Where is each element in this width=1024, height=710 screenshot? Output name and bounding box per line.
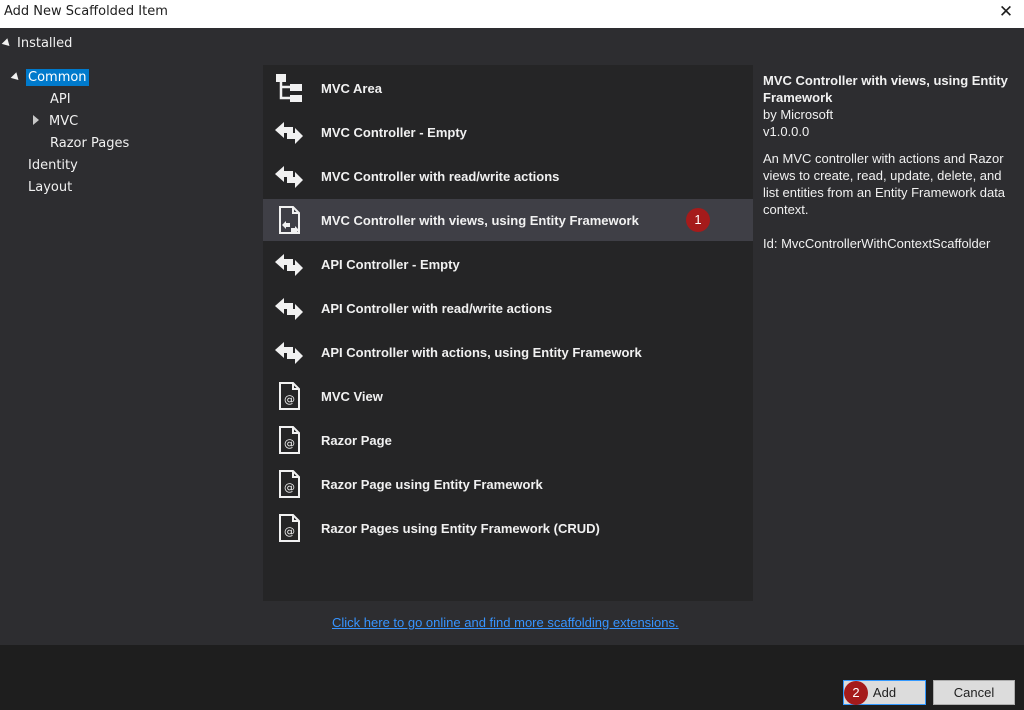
- controller-icon: [275, 342, 303, 364]
- details-version: v1.0.0.0: [763, 124, 810, 139]
- tree-item-razor-pages[interactable]: Razor Pages: [50, 134, 129, 154]
- template-label: MVC View: [321, 388, 383, 404]
- template-item-razor-pages-ef-crud[interactable]: @ Razor Pages using Entity Framework (CR…: [263, 507, 753, 549]
- razor-file-icon: @: [279, 426, 300, 454]
- template-label: Razor Page: [321, 432, 392, 448]
- template-label: MVC Controller with read/write actions: [321, 168, 560, 184]
- razor-file-icon: @: [279, 382, 300, 410]
- tree-item-api[interactable]: API: [50, 90, 71, 110]
- tree-item-label: Layout: [28, 180, 73, 195]
- razor-file-icon: @: [279, 470, 300, 498]
- title-bar: Add New Scaffolded Item ✕: [0, 0, 1024, 28]
- cancel-button-label: Cancel: [953, 685, 995, 700]
- tree-item-label: Razor Pages: [50, 136, 130, 151]
- tree-item-label: API: [50, 92, 71, 107]
- template-item-api-controller-empty[interactable]: API Controller - Empty: [263, 243, 753, 285]
- template-label: MVC Area: [321, 80, 382, 96]
- template-label: API Controller with read/write actions: [321, 300, 553, 316]
- template-item-mvc-controller-views-ef[interactable]: MVC Controller with views, using Entity …: [263, 199, 753, 241]
- svg-text:@: @: [284, 437, 295, 450]
- tree-item-identity[interactable]: Identity: [28, 156, 78, 176]
- tree-item-label: Common: [26, 69, 89, 86]
- collapsed-arrow-icon[interactable]: [33, 115, 39, 125]
- template-item-mvc-view[interactable]: @ MVC View: [263, 375, 753, 417]
- template-label: Razor Pages using Entity Framework (CRUD…: [321, 520, 600, 536]
- details-id: Id: MvcControllerWithContextScaffolder: [763, 236, 991, 251]
- razor-file-icon: @: [279, 514, 300, 542]
- svg-text:@: @: [284, 525, 295, 538]
- dialog-body: Installed Common API MVC Razor Pages Ide…: [0, 28, 1024, 645]
- tree-item-common[interactable]: Common: [10, 68, 89, 88]
- controller-views-icon: [279, 206, 300, 234]
- window-title: Add New Scaffolded Item: [4, 4, 168, 19]
- tree-root-label: Installed: [17, 36, 73, 51]
- details-author: by Microsoft: [763, 107, 834, 122]
- details-panel: MVC Controller with views, using Entity …: [763, 72, 1015, 252]
- template-item-api-controller-rw[interactable]: API Controller with read/write actions: [263, 287, 753, 329]
- tree-item-label: Identity: [28, 158, 78, 173]
- template-item-mvc-controller-empty[interactable]: MVC Controller - Empty: [263, 111, 753, 153]
- tree-root-installed[interactable]: Installed: [1, 36, 73, 51]
- dialog-footer: Add 2 Cancel: [0, 645, 1024, 710]
- template-item-mvc-area[interactable]: MVC Area: [263, 67, 753, 109]
- svg-text:@: @: [284, 481, 295, 494]
- template-label: API Controller - Empty: [321, 256, 460, 272]
- template-item-api-controller-ef[interactable]: API Controller with actions, using Entit…: [263, 331, 753, 373]
- template-list[interactable]: MVC Area MVC Controller - Empty MVC Cont…: [263, 65, 753, 601]
- area-icon: [276, 74, 302, 102]
- controller-icon: [275, 122, 303, 144]
- template-label: MVC Controller with views, using Entity …: [321, 212, 639, 228]
- template-item-mvc-controller-rw[interactable]: MVC Controller with read/write actions: [263, 155, 753, 197]
- expanded-arrow-icon: [1, 38, 13, 49]
- details-title: MVC Controller with views, using Entity …: [763, 73, 1008, 105]
- controller-icon: [275, 166, 303, 188]
- template-label: MVC Controller - Empty: [321, 124, 467, 140]
- svg-text:@: @: [284, 393, 295, 406]
- controller-icon: [275, 298, 303, 320]
- template-item-razor-page[interactable]: @ Razor Page: [263, 419, 753, 461]
- template-item-razor-page-ef[interactable]: @ Razor Page using Entity Framework: [263, 463, 753, 505]
- cancel-button[interactable]: Cancel: [933, 680, 1015, 705]
- step-badge-2: 2: [844, 681, 868, 705]
- tree-item-layout[interactable]: Layout: [28, 178, 72, 198]
- online-extensions-link[interactable]: Click here to go online and find more sc…: [332, 615, 679, 630]
- controller-icon: [275, 254, 303, 276]
- template-label: API Controller with actions, using Entit…: [321, 344, 642, 360]
- tree-item-label: MVC: [49, 114, 79, 129]
- template-label: Razor Page using Entity Framework: [321, 476, 543, 492]
- add-button-label: Add: [872, 685, 897, 700]
- tree-item-mvc[interactable]: MVC: [33, 112, 78, 132]
- expanded-arrow-icon: [10, 72, 22, 83]
- close-icon[interactable]: ✕: [996, 2, 1016, 24]
- step-badge-1: 1: [686, 208, 710, 232]
- details-description: An MVC controller with actions and Razor…: [763, 151, 1006, 217]
